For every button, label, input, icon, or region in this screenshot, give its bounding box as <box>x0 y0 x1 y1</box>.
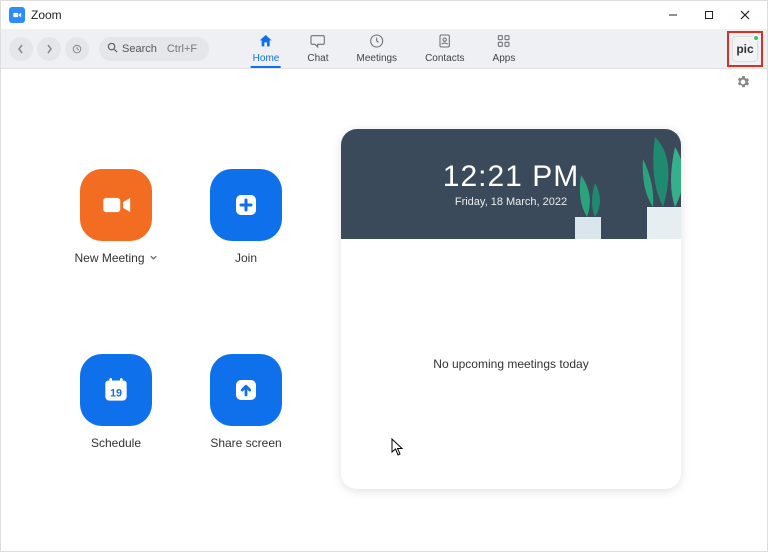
plus-icon <box>210 169 282 241</box>
minimize-button[interactable] <box>655 1 691 29</box>
share-icon <box>210 354 282 426</box>
profile-avatar[interactable]: pic <box>732 36 758 62</box>
chevron-down-icon[interactable] <box>149 251 158 265</box>
sub-toolbar <box>1 69 767 99</box>
toolbar: Search Ctrl+F Home Chat Meetings Contact… <box>1 29 767 69</box>
cursor-icon <box>391 438 405 459</box>
video-icon <box>80 169 152 241</box>
tab-meetings[interactable]: Meetings <box>356 29 397 68</box>
search-placeholder: Search <box>122 43 157 55</box>
panel-date: Friday, 18 March, 2022 <box>455 196 567 208</box>
nav-tabs: Home Chat Meetings Contacts Apps <box>253 29 516 68</box>
schedule-action[interactable]: 19 Schedule <box>61 354 171 489</box>
calendar-panel: 12:21 PM Friday, 18 March, 2022 No upcom… <box>341 129 681 489</box>
share-screen-action[interactable]: Share screen <box>191 354 301 489</box>
window-title: Zoom <box>31 8 62 22</box>
contacts-icon <box>437 33 453 52</box>
calendar-icon: 19 <box>80 354 152 426</box>
search-icon <box>107 42 118 56</box>
settings-button[interactable] <box>735 74 751 95</box>
clock-icon <box>369 33 385 52</box>
empty-state-text: No upcoming meetings today <box>433 357 588 371</box>
main-content: New Meeting Join 19 Schedule Share scree… <box>1 99 767 509</box>
maximize-button[interactable] <box>691 1 727 29</box>
plant-decoration-icon <box>561 169 611 239</box>
apps-icon <box>496 33 512 52</box>
search-shortcut: Ctrl+F <box>167 43 197 55</box>
presence-indicator <box>753 35 759 41</box>
panel-time: 12:21 PM <box>443 160 579 194</box>
search-input[interactable]: Search Ctrl+F <box>99 37 209 61</box>
title-bar: Zoom <box>1 1 767 29</box>
nav-back-button[interactable] <box>9 37 33 61</box>
home-icon <box>258 33 274 52</box>
tab-home[interactable]: Home <box>253 29 280 68</box>
new-meeting-action[interactable]: New Meeting <box>61 169 171 304</box>
profile-avatar-highlight: pic <box>727 31 763 67</box>
tab-contacts[interactable]: Contacts <box>425 29 464 68</box>
zoom-app-icon <box>9 7 25 23</box>
svg-text:19: 19 <box>110 388 122 400</box>
chat-icon <box>310 33 326 52</box>
action-grid: New Meeting Join 19 Schedule Share scree… <box>61 169 301 489</box>
close-button[interactable] <box>727 1 763 29</box>
join-action[interactable]: Join <box>191 169 301 304</box>
tab-chat[interactable]: Chat <box>307 29 328 68</box>
tab-apps[interactable]: Apps <box>493 29 516 68</box>
panel-header: 12:21 PM Friday, 18 March, 2022 <box>341 129 681 239</box>
history-button[interactable] <box>65 37 89 61</box>
nav-forward-button[interactable] <box>37 37 61 61</box>
panel-body: No upcoming meetings today <box>341 239 681 489</box>
